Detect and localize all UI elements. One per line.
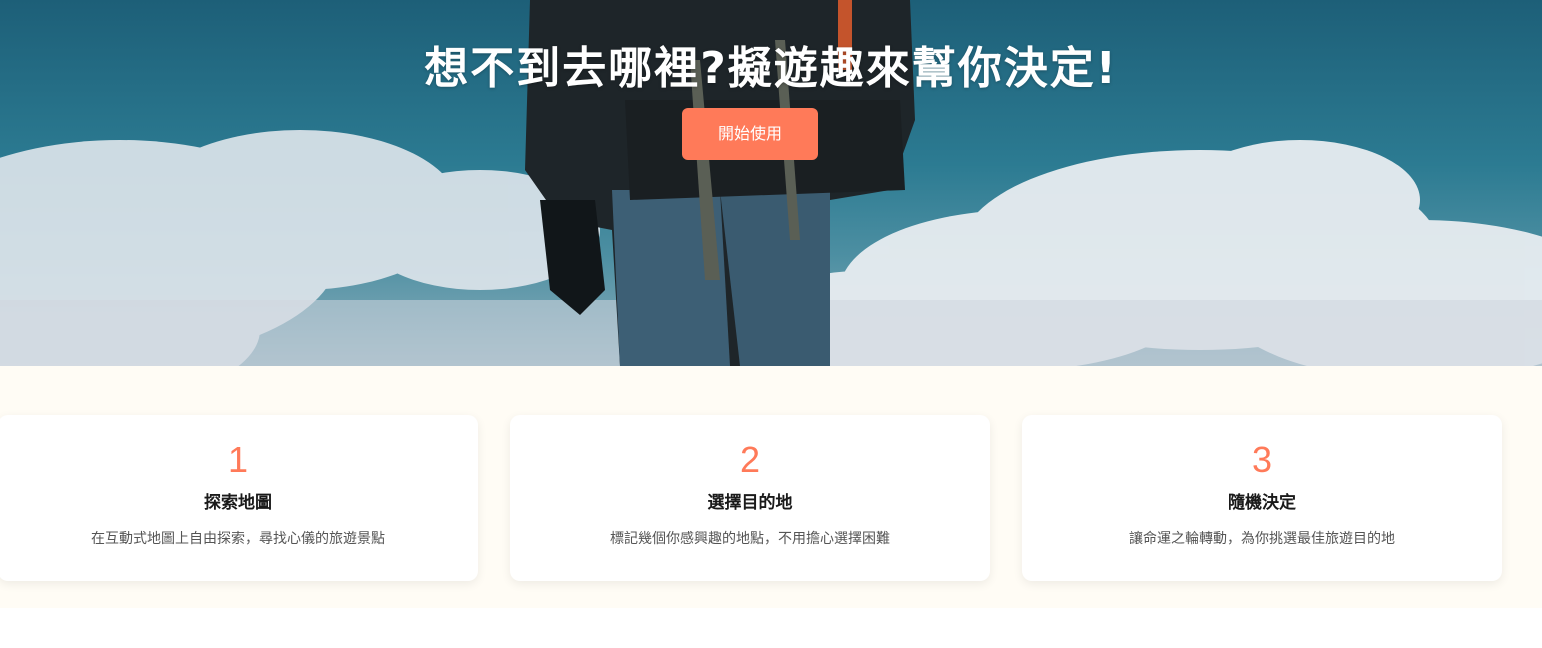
step-title: 選擇目的地 <box>707 493 793 513</box>
step-description: 標記幾個你感興趣的地點，不用擔心選擇困難 <box>610 531 890 547</box>
step-card-explore-map: 1 探索地圖 在互動式地圖上自由探索，尋找心儀的旅遊景點 <box>0 415 478 581</box>
step-description: 在互動式地圖上自由探索，尋找心儀的旅遊景點 <box>91 531 385 547</box>
step-title: 探索地圖 <box>204 493 272 513</box>
steps-section: 1 探索地圖 在互動式地圖上自由探索，尋找心儀的旅遊景點 2 選擇目的地 標記幾… <box>0 366 1542 608</box>
step-number: 3 <box>1251 439 1273 480</box>
landing-page: 想不到去哪裡?擬遊趣來幫你決定! 開始使用 1 探索地圖 在互動式地圖上自由探索… <box>0 0 1542 648</box>
step-title: 隨機決定 <box>1228 493 1296 513</box>
step-number: 1 <box>227 439 249 480</box>
hero-section: 想不到去哪裡?擬遊趣來幫你決定! 開始使用 <box>0 0 1542 366</box>
step-number: 2 <box>739 439 761 480</box>
hero-title: 想不到去哪裡?擬遊趣來幫你決定! <box>424 43 1118 94</box>
step-card-choose-destination: 2 選擇目的地 標記幾個你感興趣的地點，不用擔心選擇困難 <box>510 415 990 581</box>
get-started-button[interactable]: 開始使用 <box>682 108 818 160</box>
step-card-random-decide: 3 隨機決定 讓命運之輪轉動，為你挑選最佳旅遊目的地 <box>1022 415 1502 581</box>
step-description: 讓命運之輪轉動，為你挑選最佳旅遊目的地 <box>1129 531 1395 547</box>
